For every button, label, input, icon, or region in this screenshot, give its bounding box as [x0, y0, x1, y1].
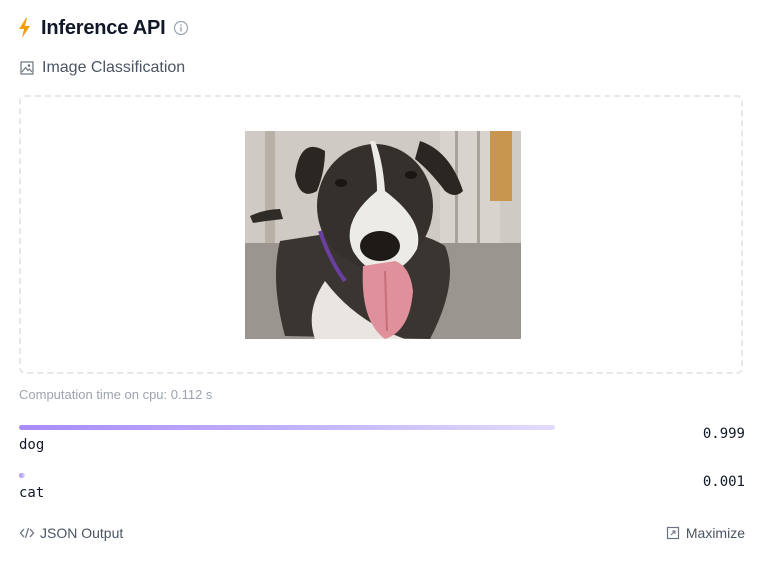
dog-photo — [245, 131, 521, 339]
score-bar — [19, 425, 556, 430]
json-output-label: JSON Output — [40, 525, 124, 541]
result-label: dog — [19, 437, 45, 453]
score-bar-track — [19, 473, 669, 478]
maximize-label: Maximize — [685, 525, 745, 541]
json-output-button[interactable]: JSON Output — [19, 525, 123, 541]
image-classification-icon — [19, 60, 35, 76]
result-label: cat — [19, 485, 45, 501]
code-icon — [19, 525, 35, 541]
widget-header: Inference API — [18, 14, 189, 42]
image-dropzone[interactable] — [19, 95, 743, 374]
computation-time: Computation time on cpu: 0.112 s — [19, 387, 213, 402]
score-bar — [19, 473, 25, 478]
result-row: cat 0.001 — [19, 473, 745, 513]
maximize-icon — [666, 526, 680, 540]
widget-title: Inference API — [41, 16, 166, 39]
maximize-button[interactable]: Maximize — [666, 525, 745, 541]
result-row: dog 0.999 — [19, 425, 745, 465]
task-label: Image Classification — [42, 59, 186, 76]
result-score: 0.999 — [702, 426, 745, 442]
task-type: Image Classification — [19, 57, 185, 79]
lightning-icon — [18, 18, 32, 38]
score-bar-track — [19, 425, 669, 430]
result-score: 0.001 — [702, 474, 745, 490]
info-icon[interactable] — [173, 20, 189, 36]
